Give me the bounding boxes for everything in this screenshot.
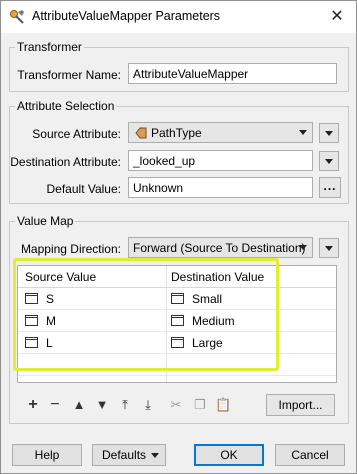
defaults-button-label: Defaults xyxy=(102,448,147,462)
chevron-down-icon xyxy=(299,130,307,135)
table-row[interactable]: S Small xyxy=(18,288,336,310)
destination-attribute-label: Destination Attribute: xyxy=(10,155,121,169)
text-value-icon xyxy=(171,315,184,326)
triangle-down-icon xyxy=(325,246,333,251)
text-value-icon xyxy=(25,337,38,348)
destination-value-cell[interactable]: Large xyxy=(192,336,223,350)
value-map-group-label: Value Map xyxy=(15,214,76,228)
source-value-cell[interactable]: S xyxy=(46,292,54,306)
source-attribute-combo[interactable]: PathType xyxy=(128,122,313,143)
mapping-direction-menu-button[interactable] xyxy=(319,238,339,258)
parameters-dialog: AttributeValueMapper Parameters ✕ Transf… xyxy=(0,0,357,474)
close-icon[interactable]: ✕ xyxy=(322,5,352,29)
help-button[interactable]: Help xyxy=(12,444,82,466)
chevron-down-icon xyxy=(299,245,307,250)
triangle-down-icon xyxy=(325,159,333,164)
source-value-cell[interactable]: M xyxy=(46,314,56,328)
move-to-top-icon[interactable]: ⤒ xyxy=(117,397,133,413)
attribute-selection-group-label: Attribute Selection xyxy=(15,99,117,113)
window-title: AttributeValueMapper Parameters xyxy=(32,9,221,23)
source-value-column-header[interactable]: Source Value xyxy=(25,270,96,284)
cancel-button[interactable]: Cancel xyxy=(275,444,345,466)
attribute-tag-icon xyxy=(135,127,147,142)
text-value-icon xyxy=(171,337,184,348)
destination-value-cell[interactable]: Small xyxy=(192,292,222,306)
table-header: Source Value Destination Value xyxy=(18,266,336,288)
add-row-icon[interactable]: + xyxy=(25,397,41,413)
table-row[interactable]: L Large xyxy=(18,332,336,354)
table-row-empty[interactable] xyxy=(18,354,336,376)
transformer-name-label: Transformer Name: xyxy=(17,68,121,82)
mapping-direction-value: Forward (Source To Destination) xyxy=(133,241,306,255)
destination-value-cell[interactable]: Medium xyxy=(192,314,235,328)
default-value-browse-button[interactable]: ... xyxy=(319,177,341,198)
move-up-icon[interactable]: ▲ xyxy=(71,397,87,413)
mapping-direction-label: Mapping Direction: xyxy=(20,242,121,256)
transformer-group-label: Transformer xyxy=(15,40,84,54)
mapping-direction-combo[interactable]: Forward (Source To Destination) xyxy=(128,237,313,258)
transformer-icon xyxy=(9,9,25,25)
defaults-button[interactable]: Defaults xyxy=(92,444,166,466)
text-value-icon xyxy=(25,293,38,304)
triangle-down-icon xyxy=(325,131,333,136)
table-row[interactable]: M Medium xyxy=(18,310,336,332)
import-button[interactable]: Import... xyxy=(266,394,335,416)
ok-button[interactable]: OK xyxy=(194,444,264,466)
chevron-down-icon xyxy=(151,453,159,458)
title-bar: AttributeValueMapper Parameters ✕ xyxy=(1,1,356,33)
move-to-bottom-icon[interactable]: ⤓ xyxy=(140,397,156,413)
source-attribute-menu-button[interactable] xyxy=(319,123,339,143)
transformer-name-field[interactable]: AttributeValueMapper xyxy=(128,63,337,84)
default-value-field[interactable]: Unknown xyxy=(128,177,313,198)
paste-icon[interactable]: 📋 xyxy=(215,397,231,413)
destination-attribute-field[interactable]: _looked_up xyxy=(128,150,313,171)
copy-icon[interactable]: ❐ xyxy=(192,397,208,413)
source-attribute-value: PathType xyxy=(151,126,202,140)
cut-icon[interactable]: ✂ xyxy=(168,397,184,413)
text-value-icon xyxy=(171,293,184,304)
default-value-label: Default Value: xyxy=(46,182,122,196)
source-value-cell[interactable]: L xyxy=(46,336,53,350)
remove-row-icon[interactable]: − xyxy=(47,397,63,413)
text-value-icon xyxy=(25,315,38,326)
destination-attribute-menu-button[interactable] xyxy=(319,151,339,171)
value-map-table[interactable]: Source Value Destination Value S Small M… xyxy=(17,265,337,383)
source-attribute-label: Source Attribute: xyxy=(32,127,121,141)
move-down-icon[interactable]: ▼ xyxy=(94,397,110,413)
destination-value-column-header[interactable]: Destination Value xyxy=(171,270,264,284)
